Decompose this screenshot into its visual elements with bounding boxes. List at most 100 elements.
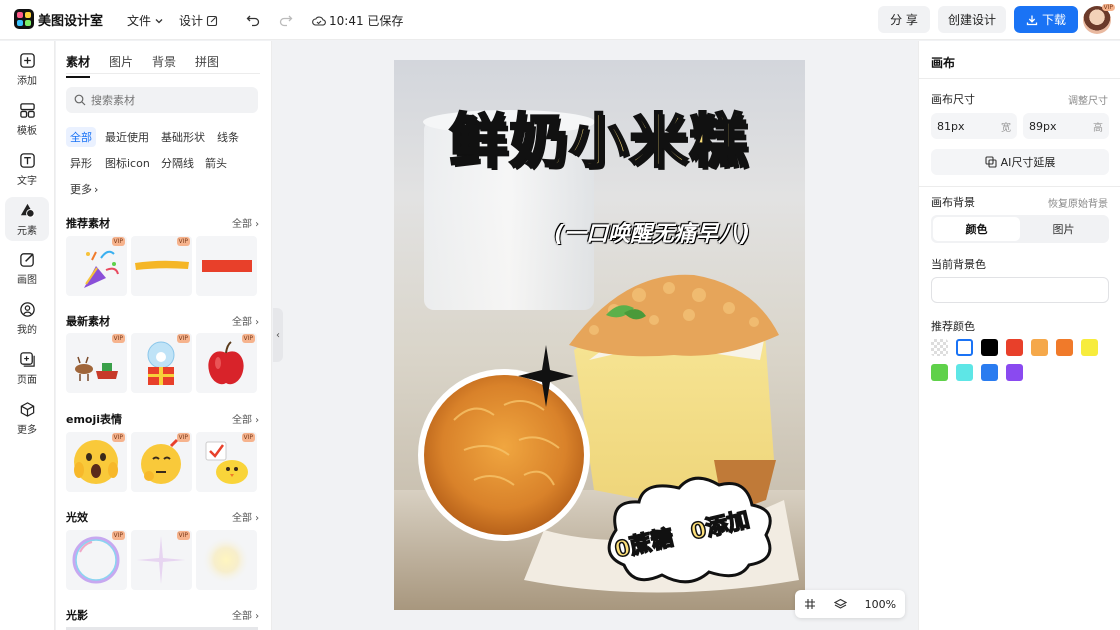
color-swatch[interactable] [981,364,998,381]
rail-item-draw[interactable]: 画图 [5,246,49,290]
file-menu-label: 文件 [127,14,152,28]
color-swatch[interactable] [1006,339,1023,356]
tile-chick-emoji[interactable]: VIP [196,432,257,492]
rail-label: 添加 [17,75,37,87]
tile-party-popper[interactable]: VIP [66,236,127,296]
section-all-link[interactable]: 全部 › [232,509,259,524]
tile-snow-globe-gift[interactable]: VIP [131,333,192,393]
file-menu[interactable]: 文件 [127,12,164,29]
create-design-button[interactable]: 创建设计 [938,6,1006,33]
chip-all[interactable]: 全部 [66,127,96,147]
app-name: 美图设计室 [38,13,104,29]
color-swatch[interactable] [956,364,973,381]
resize-link[interactable]: 调整尺寸 [1068,92,1108,107]
redo-button[interactable] [276,10,296,30]
rail-item-page[interactable]: 页面 [5,346,49,390]
section-all-link[interactable]: 全部 › [232,215,259,230]
chip-dividers[interactable]: 分隔线 [157,153,198,173]
grid-icon[interactable] [804,598,816,610]
canvas-settings-panel: 画布 画布尺寸 调整尺寸 81px 宽 89px 高 AI尺寸延展 画布背景 恢… [918,41,1120,630]
design-canvas[interactable]: 鲜奶小米糕 (一口唤醒无痛早八) 0添加 0蔗糖 [394,60,805,610]
color-swatch[interactable] [1081,339,1098,356]
all-label: 全部 [232,317,252,328]
color-swatch[interactable] [931,339,948,356]
zoom-level[interactable]: 100% [865,598,896,611]
width-field[interactable]: 81px 宽 [931,113,1017,139]
chip-lines[interactable]: 线条 [213,127,243,147]
tab-background[interactable]: 背景 [152,53,176,78]
avatar[interactable]: VIP [1083,4,1115,34]
search-input[interactable] [91,93,241,107]
undo-button[interactable] [243,10,263,30]
chip-icons[interactable]: 图标icon [101,153,154,173]
section-all-link[interactable]: 全部 › [232,607,259,622]
tile-reindeer-sleigh[interactable]: VIP [66,333,127,393]
reset-bg-link[interactable]: 恢复原始背景 [1048,195,1108,210]
tile-thinking-emoji[interactable]: VIP [131,432,192,492]
chip-basic-shapes[interactable]: 基础形状 [157,127,209,147]
bg-tab-image[interactable]: 图片 [1020,217,1107,241]
collapse-panel-button[interactable]: ‹ [273,308,283,362]
template-icon [19,102,35,118]
chip-more[interactable]: 更多 › [66,179,102,199]
chip-irregular[interactable]: 异形 [66,153,96,173]
tile-star-sparkle[interactable]: VIP [131,530,192,590]
tab-divider [66,73,260,74]
rail-item-text[interactable]: 文字 [5,147,49,191]
tile-shocked-emoji[interactable]: VIP [66,432,127,492]
save-status: 10:41 已保存 [312,12,403,29]
section-all-link[interactable]: 全部 › [232,411,259,426]
tile-bubble-ring[interactable]: VIP [66,530,127,590]
tile-red-apple[interactable]: VIP [196,333,257,393]
download-button[interactable]: 下载 [1014,6,1078,33]
tab-collage[interactable]: 拼图 [195,53,219,78]
tab-image[interactable]: 图片 [109,53,133,78]
height-field[interactable]: 89px 高 [1023,113,1109,139]
tile-glow-light[interactable] [196,530,257,590]
divider [919,78,1120,79]
section-all-link[interactable]: 全部 › [232,313,259,328]
section-title: 最新素材 [66,315,110,328]
rail-item-mine[interactable]: 我的 [5,296,49,340]
download-icon [1026,15,1038,25]
chip-recent[interactable]: 最近使用 [101,127,153,147]
current-bg-label: 当前背景色 [931,258,986,271]
tile-yellow-brush-stroke[interactable]: VIP [131,236,192,296]
canvas-bg-label: 画布背景 [931,196,975,209]
bg-tab-color[interactable]: 颜色 [933,217,1020,241]
vip-badge: VIP [241,334,255,343]
layers-icon[interactable] [833,598,847,611]
app-logo[interactable]: 美图设计室 [14,9,103,29]
chip-arrows[interactable]: 箭头 [201,153,231,173]
chip-more-label: 更多 [70,183,92,196]
material-panel: 素材 图片 背景 拼图 全部 最近使用 基础形状 线条 异形 图标icon 分隔… [56,41,272,630]
color-swatch[interactable] [1006,364,1023,381]
section-title: 推荐素材 [66,217,110,230]
redo-icon [279,15,293,27]
avatar-vip-badge: VIP [1101,4,1115,11]
color-swatch[interactable] [931,364,948,381]
search-box[interactable] [66,87,258,113]
canvas-title[interactable]: 鲜奶小米糕 [394,94,805,178]
vip-badge: VIP [176,237,190,246]
tile-red-bar[interactable] [196,236,257,296]
ai-extend-button[interactable]: AI尺寸延展 [931,149,1109,175]
color-swatch[interactable] [956,339,973,356]
color-swatch[interactable] [1056,339,1073,356]
color-swatch[interactable] [1031,339,1048,356]
rail-item-elements[interactable]: 元素 [5,197,49,241]
all-label: 全部 [232,415,252,426]
vip-badge: VIP [176,433,190,442]
rail-item-more[interactable]: 更多 [5,396,49,440]
canvas-subtitle[interactable]: (一口唤醒无痛早八) [554,216,750,248]
current-bg-color-field[interactable] [931,277,1109,303]
shapes-icon [20,203,35,218]
draw-icon [19,252,34,267]
color-swatch[interactable] [981,339,998,356]
rail-item-add[interactable]: 添加 [5,47,49,91]
tab-material[interactable]: 素材 [66,53,91,78]
rail-item-template[interactable]: 模板 [5,97,49,141]
design-menu[interactable]: 设计 [179,12,218,29]
top-bar: 美图设计室 文件 设计 10:41 已保存 分 享 创建设计 下载 VIP [0,0,1120,40]
share-button[interactable]: 分 享 [878,6,930,33]
